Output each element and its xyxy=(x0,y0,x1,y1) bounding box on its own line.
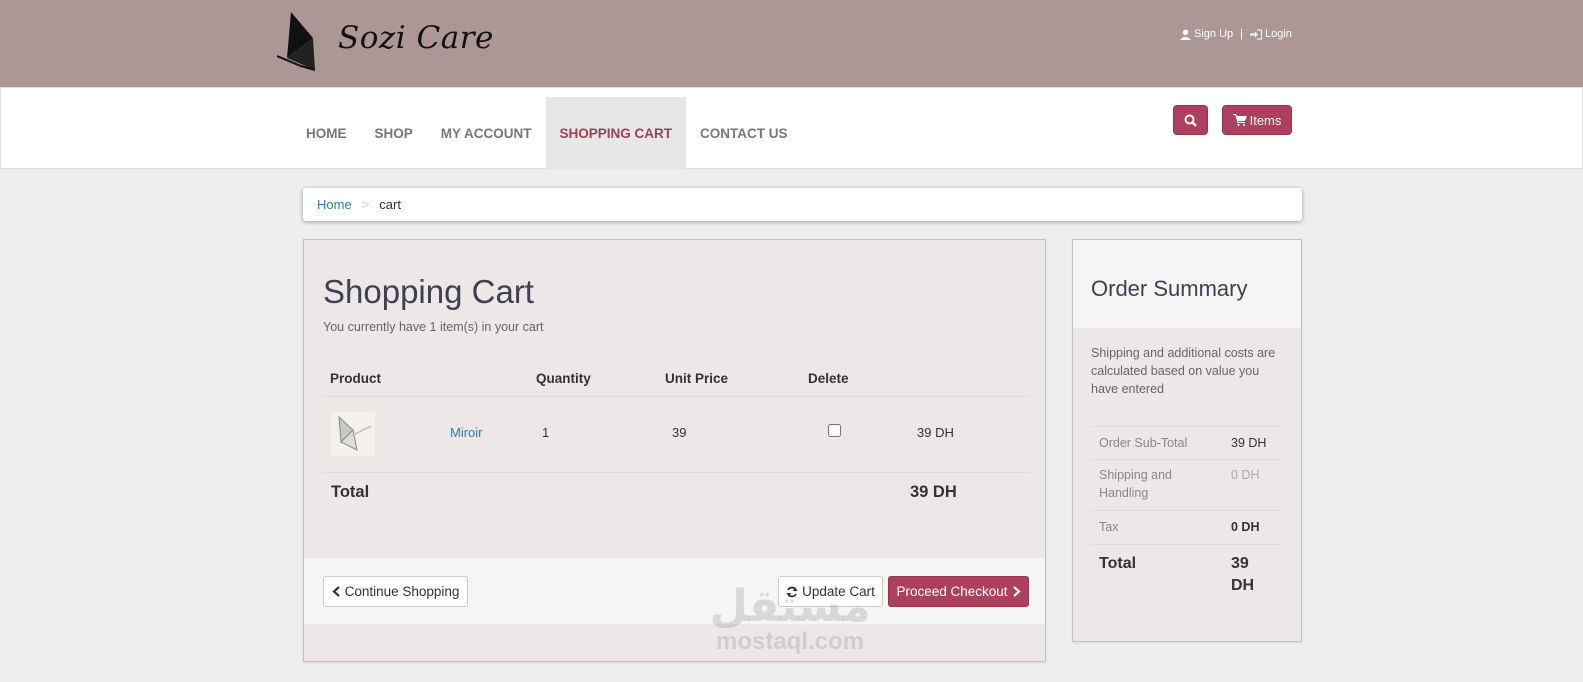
order-summary-panel: Order Summary Shipping and additional co… xyxy=(1072,239,1302,642)
table-row: Miroir 1 39 39 DH xyxy=(323,398,1030,473)
breadcrumb-current: cart xyxy=(379,197,401,212)
shipping-label: Shipping and Handling xyxy=(1099,468,1172,500)
product-thumbnail xyxy=(331,412,375,456)
col-quantity: Quantity xyxy=(536,371,591,386)
summary-total-value: 39 DH xyxy=(1231,555,1255,594)
summary-total-label: Total xyxy=(1099,555,1137,572)
login-link[interactable]: Login xyxy=(1250,28,1292,40)
product-unit-price: 39 xyxy=(672,425,687,440)
breadcrumb-home[interactable]: Home xyxy=(317,197,352,212)
order-summary-title: Order Summary xyxy=(1091,276,1248,301)
product-line-total: 39 DH xyxy=(917,425,954,440)
chevron-left-icon xyxy=(331,586,340,597)
nav-my-account[interactable]: MY ACCOUNT xyxy=(427,97,546,169)
subtotal-label: Order Sub-Total xyxy=(1099,436,1188,450)
sign-up-label: Sign Up xyxy=(1194,28,1234,40)
breadcrumb-separator: > xyxy=(361,197,370,212)
cart-panel: Shopping Cart You currently have 1 item(… xyxy=(303,239,1046,662)
continue-shopping-button[interactable]: Continue Shopping xyxy=(323,576,468,607)
login-label: Login xyxy=(1265,28,1292,40)
nav-shop[interactable]: SHOP xyxy=(361,97,427,169)
cart-total-value: 39 DH xyxy=(910,483,957,501)
col-unit-price: Unit Price xyxy=(665,371,729,386)
shopping-cart-icon xyxy=(1232,114,1247,126)
chevron-right-icon xyxy=(1012,586,1021,597)
summary-row-subtotal: Order Sub-Total 39 DH xyxy=(1091,426,1283,459)
refresh-icon xyxy=(786,586,798,597)
subtotal-value: 39 DH xyxy=(1231,436,1267,450)
auth-separator: | xyxy=(1240,28,1243,40)
proceed-checkout-button[interactable]: Proceed Checkout xyxy=(888,576,1029,607)
cart-total-row: Total 39 DH xyxy=(323,480,1030,510)
update-cart-button[interactable]: Update Cart xyxy=(778,576,883,607)
order-summary-header: Order Summary xyxy=(1073,240,1301,328)
nav-contact-us[interactable]: CONTACT US xyxy=(686,97,802,169)
order-summary-note: Shipping and additional costs are calcul… xyxy=(1091,346,1276,396)
col-product: Product xyxy=(330,371,382,386)
nav-home[interactable]: HOME xyxy=(292,97,361,169)
sign-up-link[interactable]: Sign Up xyxy=(1180,28,1233,40)
main-navbar: HOME SHOP MY ACCOUNT SHOPPING CART CONTA… xyxy=(0,87,1583,169)
cart-footer: Continue Shopping Update Cart Proceed Ch… xyxy=(304,558,1045,624)
product-quantity: 1 xyxy=(542,425,550,440)
col-delete: Delete xyxy=(808,371,849,386)
logo-icon xyxy=(277,12,316,71)
sign-in-icon xyxy=(1250,29,1262,39)
cart-total-label: Total xyxy=(331,483,370,501)
tax-value: 0 DH xyxy=(1231,520,1260,534)
summary-row-tax: Tax 0 DH xyxy=(1091,510,1283,544)
search-button[interactable] xyxy=(1173,105,1208,135)
order-summary-table: Order Sub-Total 39 DH Shipping and Handl… xyxy=(1091,426,1283,604)
summary-row-total: Total 39 DH xyxy=(1091,544,1283,604)
brand-name: Sozi Care xyxy=(338,20,494,56)
product-name-link[interactable]: Miroir xyxy=(450,425,483,440)
continue-shopping-label: Continue Shopping xyxy=(344,584,460,599)
top-header: Sozi Care Sign Up | Login xyxy=(0,0,1583,87)
cart-items-label: Items xyxy=(1249,112,1282,128)
delete-checkbox[interactable] xyxy=(828,424,841,437)
main-nav: HOME SHOP MY ACCOUNT SHOPPING CART CONTA… xyxy=(292,97,802,169)
cart-table-header: Product Quantity Unit Price Delete xyxy=(323,359,1030,397)
cart-items-button[interactable]: Items xyxy=(1222,105,1292,135)
shipping-value: 0 DH xyxy=(1231,468,1260,482)
nav-shopping-cart[interactable]: SHOPPING CART xyxy=(545,97,687,169)
tax-label: Tax xyxy=(1099,520,1119,534)
page-title: Shopping Cart xyxy=(323,273,534,310)
auth-links: Sign Up | Login xyxy=(1180,28,1292,40)
breadcrumb: Home > cart xyxy=(303,188,1302,221)
update-cart-label: Update Cart xyxy=(802,584,875,599)
cart-count-text: You currently have 1 item(s) in your car… xyxy=(323,320,544,334)
user-icon xyxy=(1180,29,1191,40)
search-icon xyxy=(1184,114,1197,127)
summary-row-shipping: Shipping and Handling 0 DH xyxy=(1091,459,1283,510)
proceed-checkout-label: Proceed Checkout xyxy=(896,584,1008,599)
